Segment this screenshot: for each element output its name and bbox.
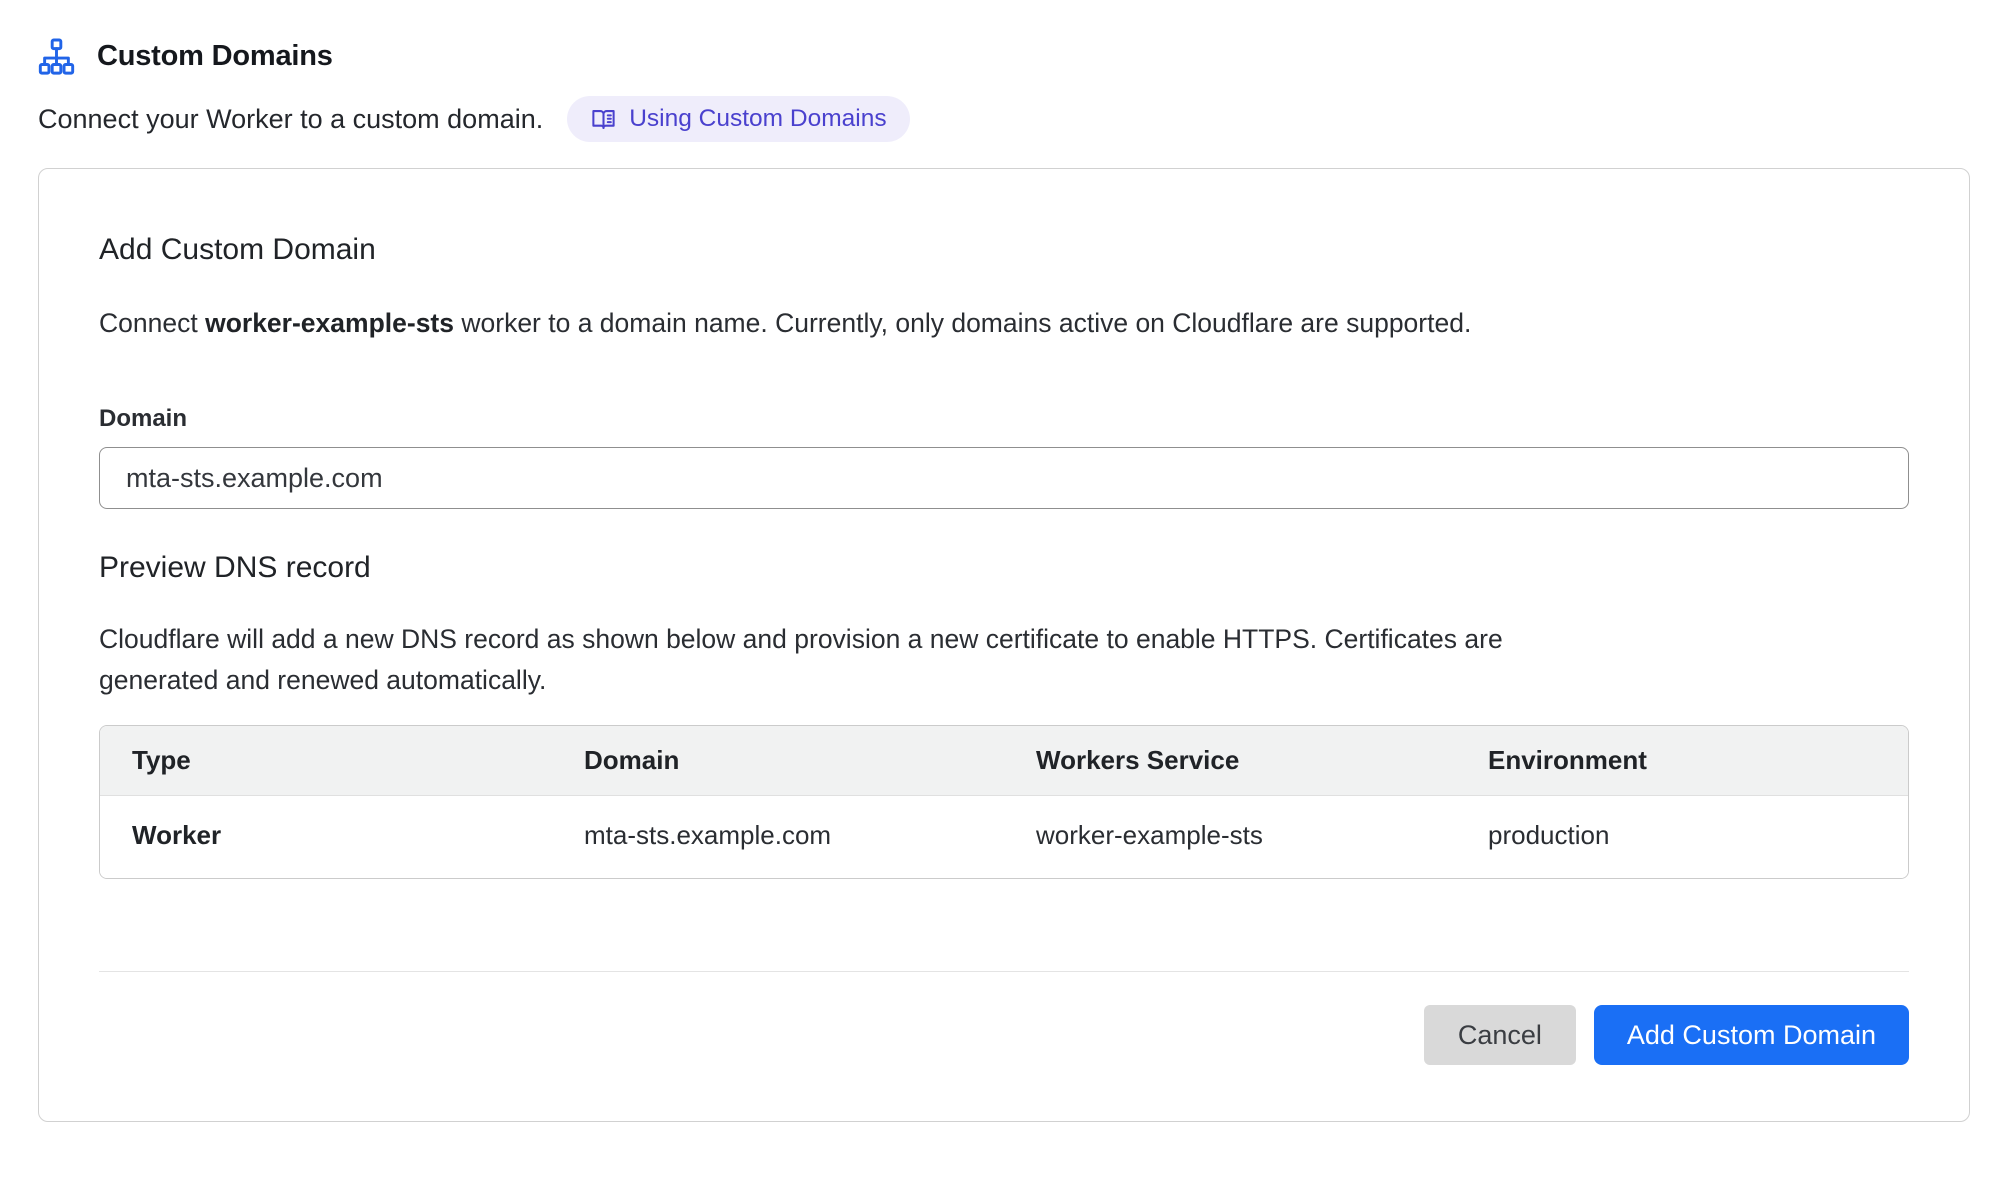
- domain-input[interactable]: [99, 447, 1909, 509]
- intro-suffix: worker to a domain name. Currently, only…: [454, 308, 1471, 338]
- footer-actions: Cancel Add Custom Domain: [99, 1005, 1909, 1065]
- table-row: Worker mta-sts.example.com worker-exampl…: [100, 796, 1908, 878]
- column-header-type: Type: [100, 726, 552, 795]
- page-header: Custom Domains Connect your Worker to a …: [38, 36, 1961, 142]
- cell-workers-service: worker-example-sts: [1004, 796, 1456, 878]
- intro-prefix: Connect: [99, 308, 205, 338]
- dns-preview-table: Type Domain Workers Service Environment …: [99, 725, 1909, 879]
- table-header-row: Type Domain Workers Service Environment: [100, 726, 1908, 796]
- card-intro-text: Connect worker-example-sts worker to a d…: [99, 303, 1909, 343]
- page-title: Custom Domains: [97, 40, 333, 73]
- footer-divider: [99, 971, 1909, 972]
- docs-link-using-custom-domains[interactable]: Using Custom Domains: [567, 96, 909, 142]
- sitemap-icon: [38, 38, 75, 75]
- docs-link-label: Using Custom Domains: [629, 105, 886, 133]
- cell-type: Worker: [100, 796, 552, 878]
- column-header-workers-service: Workers Service: [1004, 726, 1456, 795]
- cell-domain: mta-sts.example.com: [552, 796, 1004, 878]
- card-heading: Add Custom Domain: [99, 233, 1909, 267]
- worker-name: worker-example-sts: [205, 308, 454, 338]
- column-header-domain: Domain: [552, 726, 1004, 795]
- add-custom-domain-card: Add Custom Domain Connect worker-example…: [38, 168, 1970, 1122]
- column-header-environment: Environment: [1456, 726, 1908, 795]
- page-title-row: Custom Domains: [38, 36, 1961, 76]
- preview-dns-heading: Preview DNS record: [99, 551, 1909, 585]
- page-subtitle: Connect your Worker to a custom domain.: [38, 104, 543, 135]
- preview-dns-description: Cloudflare will add a new DNS record as …: [99, 619, 1604, 701]
- page-subtitle-row: Connect your Worker to a custom domain. …: [38, 96, 1961, 142]
- domain-field-label: Domain: [99, 405, 1909, 433]
- cancel-button[interactable]: Cancel: [1424, 1005, 1576, 1065]
- open-book-icon: [590, 106, 617, 133]
- cell-environment: production: [1456, 796, 1908, 878]
- add-custom-domain-button[interactable]: Add Custom Domain: [1594, 1005, 1909, 1065]
